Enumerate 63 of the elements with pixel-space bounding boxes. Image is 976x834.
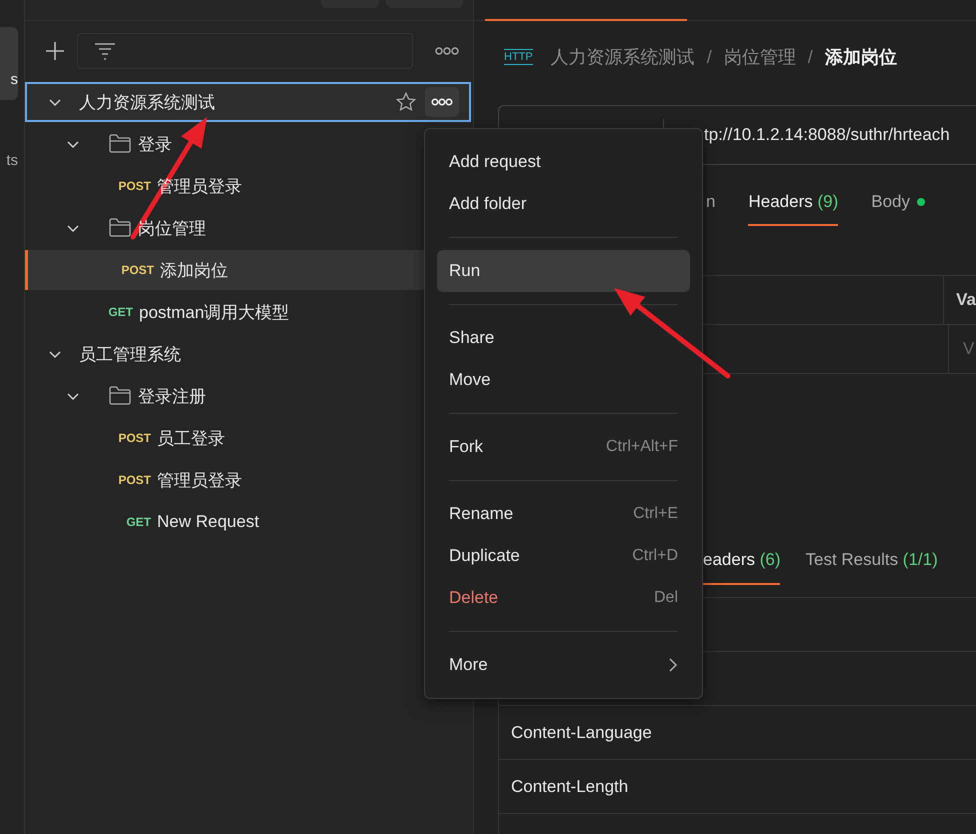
header-key: Content-Language [511, 722, 652, 742]
request-name: 员工登录 [157, 428, 225, 450]
request-name: postman调用大模型 [139, 302, 290, 324]
shortcut-hint: Ctrl+E [633, 505, 678, 523]
tree-item[interactable]: POST 管理员登录 [25, 460, 424, 500]
star-icon[interactable] [395, 91, 417, 113]
method-label: POST [117, 473, 151, 487]
menu-item[interactable]: Fork Ctrl+Alt+F [437, 426, 690, 468]
tree-item[interactable]: POST 添加岗位 [25, 250, 424, 290]
menu-item[interactable]: Add folder [437, 183, 690, 225]
tree-item[interactable]: 员工管理系统 [25, 334, 424, 374]
more-icon[interactable] [425, 87, 459, 117]
menu-item[interactable]: Run [437, 250, 690, 292]
method-label: GET [125, 515, 151, 529]
folder-icon [109, 134, 131, 154]
rail-item[interactable]: ts [0, 100, 18, 173]
collection-name: 员工管理系统 [79, 344, 181, 366]
folder-name: 岗位管理 [138, 218, 206, 240]
folder-icon [109, 386, 131, 406]
column-header: Va [955, 289, 976, 311]
request-name: 管理员登录 [157, 470, 242, 492]
method-label: GET [107, 305, 133, 319]
tree-item[interactable]: POST 员工登录 [25, 418, 424, 458]
tree-item[interactable]: 人力资源系统测试 [25, 82, 471, 122]
tree-item[interactable]: 登录 [25, 124, 424, 164]
method-label: POST [117, 179, 151, 193]
tree-item[interactable]: GET New Request [25, 502, 424, 542]
breadcrumb-item[interactable]: 人力资源系统测试 [550, 45, 695, 69]
tree-item[interactable]: 岗位管理 [25, 208, 424, 248]
add-icon[interactable] [45, 41, 65, 61]
chevron-right-icon [668, 658, 678, 672]
request-tab[interactable]: Body [871, 180, 925, 226]
shortcut-hint: Del [654, 589, 678, 607]
menu-item[interactable]: Share [437, 317, 690, 359]
more-icon[interactable] [435, 47, 459, 55]
method-label: POST [120, 263, 154, 277]
breadcrumb-separator: / [706, 46, 712, 68]
menu-item[interactable]: Rename Ctrl+E [437, 493, 690, 535]
breadcrumb-item[interactable]: 岗位管理 [724, 45, 796, 69]
menu-item[interactable]: Move [437, 359, 690, 401]
menu-item[interactable]: More [437, 644, 690, 686]
rail-item[interactable]: s [0, 27, 18, 100]
shortcut-hint: Ctrl+Alt+F [606, 438, 678, 456]
filter-field[interactable] [77, 33, 413, 69]
header-key: Content-Length [511, 776, 628, 796]
method-label: POST [117, 431, 151, 445]
response-tab[interactable]: Test Results (1/1) [805, 537, 938, 585]
request-name: New Request [157, 512, 260, 532]
filter-icon [94, 42, 116, 60]
request-tab[interactable]: n [706, 180, 716, 226]
tree-item[interactable]: GET postman调用大模型 [25, 292, 424, 332]
menu-item[interactable]: Delete Del [437, 577, 690, 619]
collection-name: 人力资源系统测试 [79, 92, 215, 114]
breadcrumb-separator: / [808, 46, 813, 68]
folder-icon [109, 218, 131, 238]
shortcut-hint: Ctrl+D [632, 547, 678, 565]
request-tab[interactable]: Headers (9) [748, 180, 838, 226]
tree-item[interactable]: 登录注册 [25, 376, 424, 416]
folder-name: 登录 [138, 134, 172, 156]
menu-item[interactable]: Duplicate Ctrl+D [437, 535, 690, 577]
folder-name: 登录注册 [138, 386, 206, 408]
breadcrumb-item: 添加岗位 [824, 46, 897, 69]
request-name: 添加岗位 [160, 260, 228, 282]
